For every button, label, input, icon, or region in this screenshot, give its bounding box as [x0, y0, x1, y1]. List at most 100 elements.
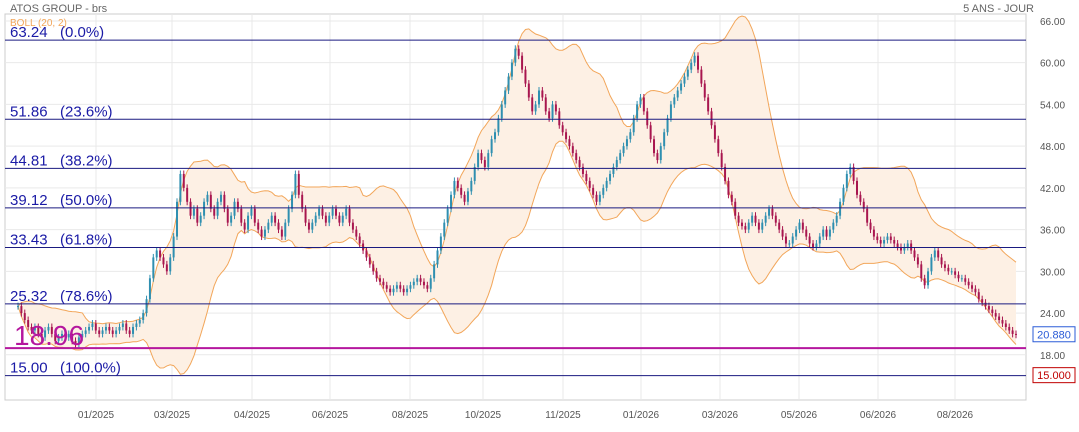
candle-body: [578, 160, 581, 168]
x-tick-label: 06/2026: [860, 410, 897, 421]
indicator-legend: BOLL (20, 2): [10, 18, 67, 29]
fib-pct-label: (100.0%): [60, 360, 121, 377]
candle-body: [84, 330, 87, 334]
candle-body: [974, 288, 977, 293]
candle-body: [839, 201, 842, 216]
candle-body: [818, 236, 821, 244]
candle-body: [531, 97, 534, 112]
candle-body: [683, 76, 686, 84]
candle-body: [341, 215, 344, 223]
candle-body: [1001, 320, 1004, 324]
candle-body: [619, 153, 622, 161]
candle-body: [923, 278, 926, 286]
candle-body: [128, 330, 131, 334]
candle-body: [852, 167, 855, 181]
candle-body: [676, 90, 679, 98]
candle-body: [368, 257, 371, 265]
candle-body: [470, 180, 473, 192]
candle-body: [866, 208, 869, 223]
candle-body: [707, 97, 710, 112]
candle-body: [930, 257, 933, 272]
candle: [179, 170, 182, 206]
candle-body: [1008, 326, 1011, 331]
candle-body: [125, 323, 128, 331]
candle-body: [795, 229, 798, 237]
candle-body: [338, 215, 341, 223]
candle-body: [203, 201, 206, 216]
price-chart: 66.00 60.00 54.00 48.00 42.00 36.00 30.00 24.00…: [4, 13, 1076, 421]
candle-body: [659, 146, 662, 161]
fib-price-label: 44.81: [10, 152, 48, 169]
candle-body: [828, 229, 831, 237]
candle-body: [321, 208, 324, 216]
candle-body: [517, 48, 520, 56]
candle-body: [88, 326, 91, 331]
candle-body: [94, 323, 97, 331]
candle-body: [669, 104, 672, 119]
candle-body: [781, 229, 784, 237]
candle-body: [230, 215, 233, 223]
candle-body: [977, 292, 980, 300]
candle-body: [270, 215, 273, 223]
candle-body: [250, 208, 253, 216]
candle-body: [653, 139, 656, 154]
candle-body: [886, 236, 889, 241]
fib-pct-label: (23.6%): [60, 103, 113, 120]
candle-body: [483, 160, 486, 168]
candle-body: [186, 187, 189, 202]
candle-body: [17, 306, 19, 308]
candle-body: [937, 250, 940, 258]
candle-body: [443, 222, 446, 237]
candle-body: [159, 250, 162, 258]
candle-body: [933, 250, 936, 258]
candle-body: [720, 153, 723, 168]
candle-body: [906, 243, 909, 247]
candle-body: [524, 69, 527, 84]
candle-body: [446, 208, 449, 223]
candle-body: [656, 153, 659, 161]
candle-body: [318, 208, 321, 216]
candle-body: [686, 69, 689, 77]
candle-body: [358, 236, 361, 244]
candle-body: [835, 215, 838, 223]
fib-pct-label: (78.6%): [60, 288, 113, 305]
x-tick-label: 03/2026: [702, 410, 739, 421]
candle-body: [497, 118, 500, 133]
candle-body: [879, 240, 882, 244]
candle-body: [727, 180, 730, 195]
candle-body: [561, 125, 564, 133]
candle-body: [588, 180, 591, 188]
candle-body: [768, 208, 771, 216]
candle-body: [189, 201, 192, 216]
candle-body: [734, 201, 737, 216]
candle-body: [639, 97, 642, 105]
candle-body: [788, 243, 791, 245]
candle-body: [510, 62, 513, 77]
candle-body: [960, 278, 963, 280]
candle-body: [521, 55, 524, 70]
candle: [148, 274, 151, 303]
candle-body: [602, 187, 605, 195]
candle-body: [845, 173, 848, 188]
candle-body: [551, 104, 554, 119]
level-price-label: 15.000: [1037, 370, 1071, 382]
candle-body: [199, 215, 202, 223]
candle-body: [575, 153, 578, 161]
candle-body: [274, 215, 277, 223]
candle-body: [456, 180, 459, 188]
candle-body: [737, 215, 740, 223]
candle-body: [636, 104, 639, 119]
x-tick-label: 01/2026: [623, 410, 660, 421]
candle-body: [351, 222, 354, 230]
candle-body: [145, 299, 148, 314]
candle-body: [761, 222, 764, 230]
candle-body: [920, 264, 923, 279]
candle-body: [331, 208, 334, 216]
candle-body: [680, 83, 683, 91]
candle-body: [774, 215, 777, 223]
candle-body: [825, 229, 828, 237]
candle-body: [406, 288, 409, 293]
candle-body: [335, 208, 338, 216]
candle-body: [399, 285, 402, 289]
candle-body: [947, 267, 950, 272]
